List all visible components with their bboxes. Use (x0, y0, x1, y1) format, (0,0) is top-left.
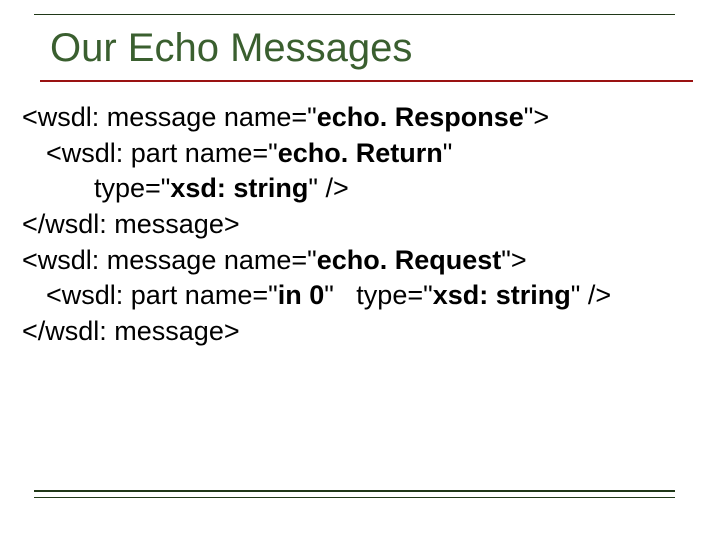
code-text: " /> (571, 280, 611, 310)
title-wrap: Our Echo Messages (22, 18, 698, 78)
code-text: </wsdl: message> (22, 316, 240, 346)
top-rule (34, 14, 675, 15)
code-line: <wsdl: part name="in 0" type="xsd: strin… (22, 278, 698, 314)
code-text: type=" (94, 173, 170, 203)
code-bold: echo. Request (317, 245, 502, 275)
code-bold: xsd: string (170, 173, 308, 203)
code-bold: echo. Response (317, 102, 524, 132)
code-text: <wsdl: message name=" (22, 102, 317, 132)
slide: Our Echo Messages <wsdl: message name="e… (0, 0, 720, 540)
code-line: </wsdl: message> (22, 314, 698, 350)
code-text: "> (524, 102, 549, 132)
bottom-rule-thick (34, 490, 675, 492)
code-line: <wsdl: part name="echo. Return" (22, 136, 698, 172)
code-bold: echo. Return (278, 138, 443, 168)
code-bold: xsd: string (433, 280, 571, 310)
code-text: <wsdl: part name=" (46, 138, 278, 168)
code-text: </wsdl: message> (22, 209, 240, 239)
code-bold: in 0 (278, 280, 325, 310)
code-text: <wsdl: part name=" (46, 280, 278, 310)
title-underline (40, 80, 693, 82)
code-line: type="xsd: string" /> (22, 171, 698, 207)
code-line: <wsdl: message name="echo. Response"> (22, 100, 698, 136)
code-text: " /> (308, 173, 348, 203)
code-text: " type=" (324, 280, 432, 310)
code-text: <wsdl: message name=" (22, 245, 317, 275)
code-block: <wsdl: message name="echo. Response"> <w… (22, 100, 698, 349)
bottom-rule-thin (34, 497, 675, 498)
code-text: " (443, 138, 453, 168)
code-line: </wsdl: message> (22, 207, 698, 243)
code-line: <wsdl: message name="echo. Request"> (22, 243, 698, 279)
page-title: Our Echo Messages (50, 24, 698, 72)
code-text: "> (501, 245, 526, 275)
